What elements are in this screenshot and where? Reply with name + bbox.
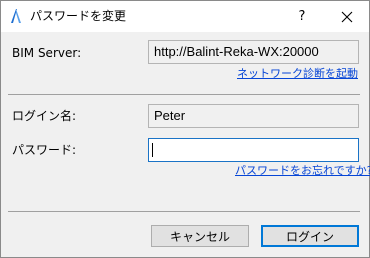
archicad-icon bbox=[8, 8, 24, 24]
window-title: パスワードを変更 bbox=[30, 9, 127, 23]
text-caret bbox=[152, 143, 153, 157]
login-name-field[interactable]: Peter bbox=[148, 104, 359, 128]
close-button[interactable] bbox=[331, 1, 363, 32]
close-icon bbox=[341, 11, 353, 22]
change-password-dialog: パスワードを変更 ? BIM Server: http://Balint-Rek… bbox=[0, 0, 370, 258]
bim-server-field[interactable]: http://Balint-Reka-WX:20000 bbox=[148, 40, 359, 64]
section-divider bbox=[8, 94, 360, 95]
network-diagnostics-link[interactable]: ネットワーク診断を起動 bbox=[237, 67, 358, 80]
help-button[interactable]: ? bbox=[288, 1, 316, 32]
password-label: パスワード: bbox=[12, 143, 77, 157]
password-input[interactable] bbox=[148, 138, 359, 162]
forgot-password-link[interactable]: パスワードをお忘れですか? bbox=[235, 164, 370, 177]
bim-server-label: BIM Server: bbox=[12, 46, 82, 60]
cancel-button[interactable]: キャンセル bbox=[151, 225, 249, 247]
footer-divider bbox=[8, 211, 360, 212]
title-bar: パスワードを変更 ? bbox=[1, 1, 369, 32]
login-button[interactable]: ログイン bbox=[261, 225, 359, 247]
login-name-label: ログイン名: bbox=[12, 109, 77, 123]
